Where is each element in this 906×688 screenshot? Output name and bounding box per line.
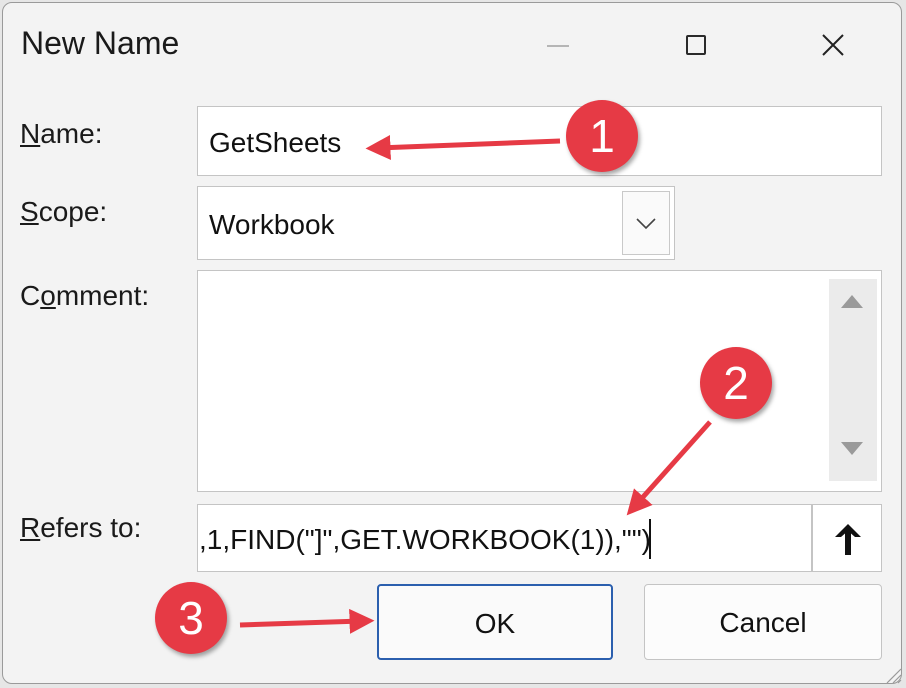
annotation-badge-2: 2: [700, 347, 772, 419]
refers-to-label-mnemonic: R: [20, 512, 41, 543]
comment-scrollbar[interactable]: [829, 279, 877, 481]
name-label: Name:: [20, 118, 102, 150]
scope-dropdown-button[interactable]: [622, 191, 670, 255]
scope-label: Scope:: [20, 196, 107, 228]
text-caret: [649, 519, 651, 559]
title-bar: New Name: [3, 3, 901, 89]
scope-dropdown[interactable]: Workbook: [197, 186, 675, 260]
ok-button[interactable]: OK: [377, 584, 613, 660]
scope-label-mnemonic: S: [20, 196, 39, 227]
cancel-button[interactable]: Cancel: [644, 584, 882, 660]
comment-label-text: mment:: [55, 280, 150, 311]
arrow-up-icon: [835, 524, 861, 555]
comment-label-mnemonic: o: [40, 280, 56, 311]
resize-grip-icon[interactable]: [882, 664, 902, 684]
scroll-up-icon[interactable]: [841, 295, 863, 308]
name-value: GetSheets: [209, 127, 342, 158]
annotation-badge-1: 1: [566, 100, 638, 172]
maximize-icon: [686, 35, 706, 55]
name-label-text: ame:: [40, 118, 103, 149]
refers-to-label: Refers to:: [20, 512, 141, 544]
name-input[interactable]: GetSheets: [197, 106, 882, 176]
close-icon: [822, 34, 844, 56]
close-button[interactable]: [803, 21, 863, 71]
collapse-dialog-button[interactable]: [812, 504, 882, 572]
minimize-icon: [547, 45, 569, 47]
scope-label-text: cope:: [38, 196, 108, 227]
scroll-down-icon[interactable]: [841, 442, 863, 455]
refers-to-input[interactable]: =REPLACE(GET.WORKBOOK(1),1,FIND("]",GET.…: [197, 504, 812, 572]
comment-label-start: C: [20, 280, 41, 311]
scope-value: Workbook: [209, 209, 335, 240]
dialog-title: New Name: [21, 25, 180, 61]
minimize-button[interactable]: [529, 21, 589, 71]
name-label-mnemonic: N: [20, 118, 41, 149]
refers-to-label-text: efers to:: [40, 512, 142, 543]
refers-to-value: =REPLACE(GET.WORKBOOK(1),1,FIND("]",GET.…: [198, 524, 651, 555]
annotation-badge-3: 3: [155, 582, 227, 654]
comment-label: Comment:: [20, 280, 149, 312]
maximize-button[interactable]: [667, 21, 727, 71]
chevron-down-icon: [636, 218, 656, 230]
comment-textarea[interactable]: [197, 270, 882, 492]
